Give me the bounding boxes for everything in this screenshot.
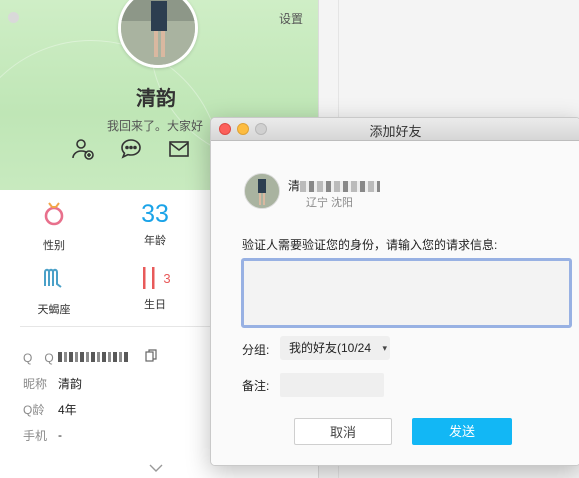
name-redacted — [300, 181, 381, 193]
send-button[interactable]: 发送 — [412, 418, 512, 445]
tile-label: 天蝎座 — [37, 304, 71, 316]
tile-label: 年龄 — [144, 235, 166, 247]
info-row-phone: 手机 - — [23, 422, 157, 448]
info-key: Q龄 — [23, 402, 45, 417]
close-dot[interactable] — [8, 12, 19, 23]
info-key: Q Q — [23, 350, 54, 365]
tile-zodiac: 天蝎座 — [14, 264, 94, 317]
avatar — [244, 173, 280, 209]
tile-label: 性别 — [43, 240, 65, 252]
settings-link[interactable]: 设置 — [279, 10, 303, 27]
group-label: 分组: — [242, 343, 270, 357]
add-friend-icon[interactable] — [70, 136, 96, 162]
request-message-input[interactable] — [241, 258, 572, 328]
tile-label: 生日 — [144, 299, 166, 311]
info-key: 手机 — [23, 428, 48, 443]
profile-actions — [70, 136, 192, 162]
scorpio-icon — [44, 268, 62, 288]
info-row-qage: Q龄 4年 — [23, 396, 157, 422]
birthday-icon — [143, 267, 155, 289]
copy-icon[interactable] — [145, 349, 157, 365]
group-select-value: 我的好友(10/24 — [289, 341, 372, 355]
age-number: 33 — [141, 200, 169, 228]
info-row-nickname: 昵称 清韵 — [23, 370, 157, 396]
gender-female-icon — [44, 202, 64, 226]
user-name-prefix: 清 — [288, 179, 301, 193]
user-location: 辽宁 沈阳 — [306, 197, 354, 209]
info-value: 4年 — [58, 402, 77, 417]
tile-birthday: 3 生日 — [115, 264, 195, 312]
info-value: - — [58, 428, 62, 442]
chat-bubble-icon[interactable] — [118, 136, 144, 162]
tile-gender: 性别 — [14, 200, 94, 253]
verification-prompt: 验证人需要验证您的身份，请输入您的请求信息: — [242, 238, 498, 252]
dropdown-arrow-icon: ▾ — [382, 343, 387, 353]
dialog-title: 添加好友 — [369, 124, 422, 139]
user-name: 清 — [288, 177, 381, 194]
chevron-down-icon[interactable] — [148, 460, 164, 478]
profile-signature: 我回来了。大家好 — [107, 119, 204, 133]
tile-age: 33 年龄 — [115, 200, 195, 248]
group-select[interactable]: 我的好友(10/24 ▾ — [280, 336, 390, 360]
remark-input[interactable] — [280, 373, 384, 397]
info-value: 清韵 — [58, 376, 83, 391]
add-friend-dialog: 添加好友 清 辽宁 沈阳 验证人需要验证您的身份，请输入您的请求信息: 分组: … — [210, 117, 579, 466]
cancel-button[interactable]: 取消 — [294, 418, 392, 445]
dialog-titlebar[interactable]: 添加好友 — [211, 118, 579, 141]
info-key: 昵称 — [23, 376, 48, 391]
dialog-body: 清 辽宁 沈阳 验证人需要验证您的身份，请输入您的请求信息: 分组: 我的好友(… — [211, 141, 579, 465]
remark-label: 备注: — [242, 379, 270, 393]
profile-nickname: 清韵 — [136, 88, 176, 110]
mail-icon[interactable] — [166, 136, 192, 162]
birthday-day: 3 — [163, 270, 171, 286]
info-row-qq: Q Q — [23, 344, 157, 370]
qq-number-redacted — [58, 352, 128, 362]
profile-info-list: Q Q 昵称 清韵 Q龄 4年 手机 - — [23, 344, 157, 448]
